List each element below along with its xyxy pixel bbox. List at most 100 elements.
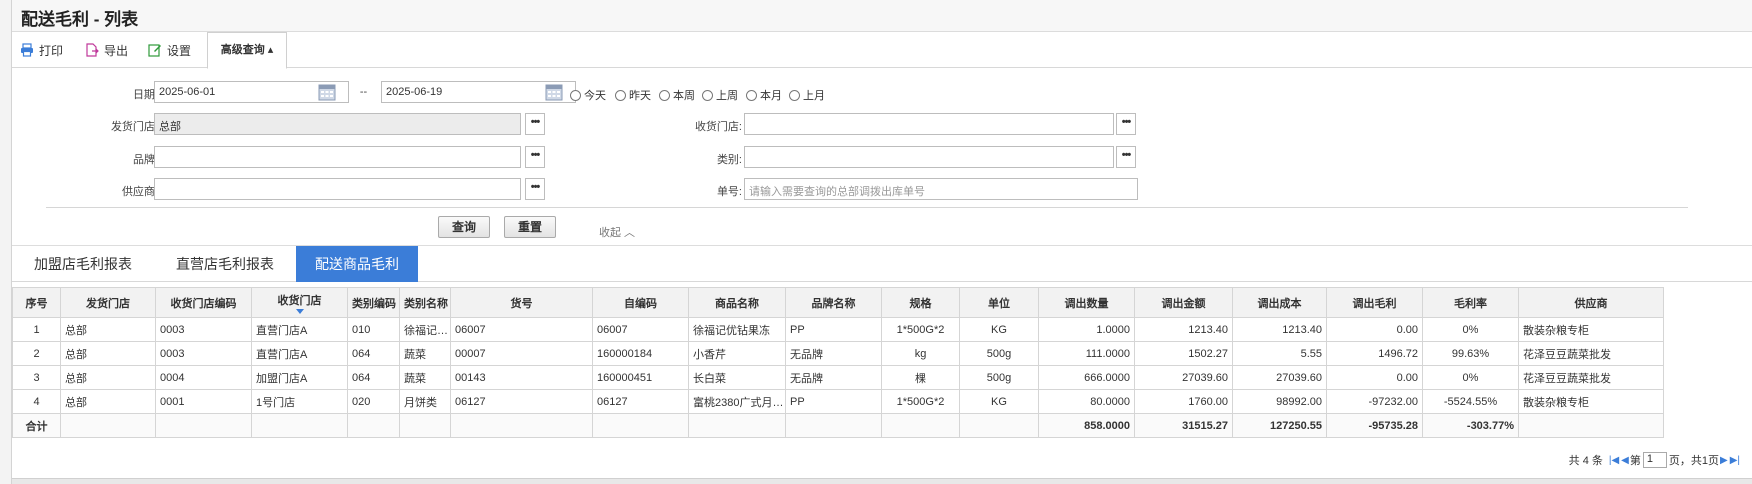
column-header[interactable]: 单位 xyxy=(959,287,1039,318)
column-header[interactable]: 发货门店 xyxy=(60,287,156,318)
page-number-input[interactable]: 1 xyxy=(1642,452,1667,468)
column-header[interactable]: 商品名称 xyxy=(688,287,786,318)
table-row[interactable]: 1 总部 0003 直营门店A 010 徐福记… 06007 06007 徐福记优钻果冻 PP 1*… xyxy=(12,317,1664,342)
table-cell: 无品牌 xyxy=(785,365,882,390)
table-cell: 0.00 xyxy=(1326,317,1423,342)
table-cell: 1号门店 xyxy=(251,389,348,414)
column-header[interactable]: 收货门店 xyxy=(251,287,348,318)
table-cell: 010 xyxy=(347,317,400,342)
send-store-input[interactable]: 总部 xyxy=(154,113,521,135)
send-store-picker-button[interactable]: ••• xyxy=(525,113,545,135)
total-cell xyxy=(60,413,156,438)
column-header-label: 收货门店 xyxy=(277,294,322,307)
table-cell: 1760.00 xyxy=(1134,389,1233,414)
table-cell: 总部 xyxy=(60,317,156,342)
supplier-picker-button[interactable]: ••• xyxy=(525,178,545,200)
column-header[interactable]: 序号 xyxy=(12,287,61,318)
query-button[interactable]: 查询 xyxy=(438,216,490,238)
radio-circle xyxy=(702,89,713,101)
table-row[interactable]: 4 总部 0001 1号门店 020 月饼类 06127 06127 富桃2380广式月… PP 1… xyxy=(12,389,1664,414)
column-header[interactable]: 供应商 xyxy=(1518,287,1664,318)
radio-circle xyxy=(659,89,670,101)
settings-button[interactable]: 设置 xyxy=(148,41,191,59)
column-header[interactable]: 规格 xyxy=(881,287,960,318)
calendar-icon[interactable] xyxy=(317,82,337,102)
table-cell: 直营门店A xyxy=(251,341,348,366)
tab-direct-margin[interactable]: 直营店毛利报表 xyxy=(154,246,296,282)
column-header[interactable]: 调出毛利 xyxy=(1326,287,1423,318)
column-header-label: 收货门店编码 xyxy=(170,297,237,310)
radio-label: 本月 xyxy=(760,90,782,102)
table-cell: 500g xyxy=(959,341,1039,366)
table-row[interactable]: 3 总部 0004 加盟门店A 064 蔬菜 00143 160000451 长白菜 无品牌棵 50… xyxy=(12,365,1664,390)
table-cell: 06007 xyxy=(450,317,593,342)
table-cell: 111.0000 xyxy=(1038,341,1135,366)
column-header-label: 调出数量 xyxy=(1064,297,1109,310)
column-header[interactable]: 调出成本 xyxy=(1232,287,1327,318)
column-header[interactable]: 自编码 xyxy=(592,287,689,318)
horizontal-scrollbar[interactable] xyxy=(12,478,1752,484)
export-button[interactable]: 导出 xyxy=(85,41,128,59)
toolbar: 打印 导出 设置 高级查询 ▴ xyxy=(12,32,1752,69)
table-cell: 4 xyxy=(12,389,61,414)
column-header-label: 调出成本 xyxy=(1257,297,1302,310)
brand-input[interactable] xyxy=(154,146,521,168)
pagination: 共 4 条 |◀ ◀ 第 1 页，共1页 ▶ ▶| xyxy=(1569,452,1741,468)
table-cell: 98992.00 xyxy=(1232,389,1327,414)
recv-store-input[interactable] xyxy=(744,113,1114,135)
supplier-input[interactable] xyxy=(154,178,521,200)
column-header[interactable]: 类别编码 xyxy=(347,287,400,318)
collapse-toggle[interactable]: 收起 ︿ xyxy=(599,224,635,240)
column-header-label: 规格 xyxy=(909,297,932,310)
tab-franchise-margin[interactable]: 加盟店毛利报表 xyxy=(12,246,154,282)
total-cell xyxy=(450,413,593,438)
table-cell: 5.55 xyxy=(1232,341,1327,366)
total-cell: -95735.28 xyxy=(1326,413,1423,438)
recv-store-label: 收货门店: xyxy=(694,121,742,133)
table-cell: 1502.27 xyxy=(1134,341,1233,366)
column-header[interactable]: 品牌名称 xyxy=(785,287,882,318)
radio-this-month[interactable]: 本月 xyxy=(746,87,782,103)
radio-yesterday[interactable]: 昨天 xyxy=(615,87,651,103)
radio-today[interactable]: 今天 xyxy=(570,87,606,103)
column-header[interactable]: 毛利率 xyxy=(1422,287,1519,318)
column-header[interactable]: 收货门店编码 xyxy=(155,287,252,318)
advanced-query-tab[interactable]: 高级查询 ▴ xyxy=(207,32,287,69)
calendar-icon[interactable] xyxy=(544,82,564,102)
table-cell: 99.63% xyxy=(1422,341,1519,366)
column-header[interactable]: 调出金额 xyxy=(1134,287,1233,318)
print-button[interactable]: 打印 xyxy=(20,41,63,59)
radio-last-month[interactable]: 上月 xyxy=(789,87,825,103)
table-cell: 06007 xyxy=(592,317,689,342)
table-cell: PP xyxy=(785,389,882,414)
table-cell: 500g xyxy=(959,365,1039,390)
column-header[interactable]: 调出数量 xyxy=(1038,287,1135,318)
order-no-input[interactable]: 请输入需要查询的总部调拨出库单号 xyxy=(744,178,1138,200)
radio-this-week[interactable]: 本周 xyxy=(659,87,695,103)
table-cell: 064 xyxy=(347,365,400,390)
table-cell: 0.00 xyxy=(1326,365,1423,390)
table-cell: 散装杂粮专柜 xyxy=(1518,389,1664,414)
column-header[interactable]: 类别名称 xyxy=(399,287,451,318)
brand-picker-button[interactable]: ••• xyxy=(525,146,545,168)
column-header-label: 序号 xyxy=(25,297,48,310)
next-page-icon[interactable]: ▶ xyxy=(1720,455,1728,466)
prev-page-icon[interactable]: ◀ xyxy=(1621,455,1629,466)
category-input[interactable] xyxy=(744,146,1114,168)
table-row[interactable]: 2 总部 0003 直营门店A 064 蔬菜 00007 160000184 小香芹 无品牌 kg 5… xyxy=(12,341,1664,366)
total-cell xyxy=(959,413,1039,438)
column-header[interactable]: 货号 xyxy=(450,287,593,318)
radio-label: 本周 xyxy=(673,90,695,102)
column-header-label: 品牌名称 xyxy=(811,297,856,310)
tab-delivery-product-margin[interactable]: 配送商品毛利 xyxy=(296,246,418,282)
radio-last-week[interactable]: 上周 xyxy=(702,87,738,103)
total-cell xyxy=(785,413,882,438)
column-header-label: 类别名称 xyxy=(404,297,448,310)
first-page-icon[interactable]: |◀ xyxy=(1609,455,1619,466)
category-picker-button[interactable]: ••• xyxy=(1116,146,1136,168)
data-table: 序号 发货门店 收货门店编码 收货门店 类别编码 类别名称 货号 自编码 商品名称 品牌名称 规格 单… xyxy=(12,287,1664,438)
total-cell xyxy=(592,413,689,438)
reset-button[interactable]: 重置 xyxy=(504,216,556,238)
recv-store-picker-button[interactable]: ••• xyxy=(1116,113,1136,135)
last-page-icon[interactable]: ▶| xyxy=(1730,455,1740,466)
